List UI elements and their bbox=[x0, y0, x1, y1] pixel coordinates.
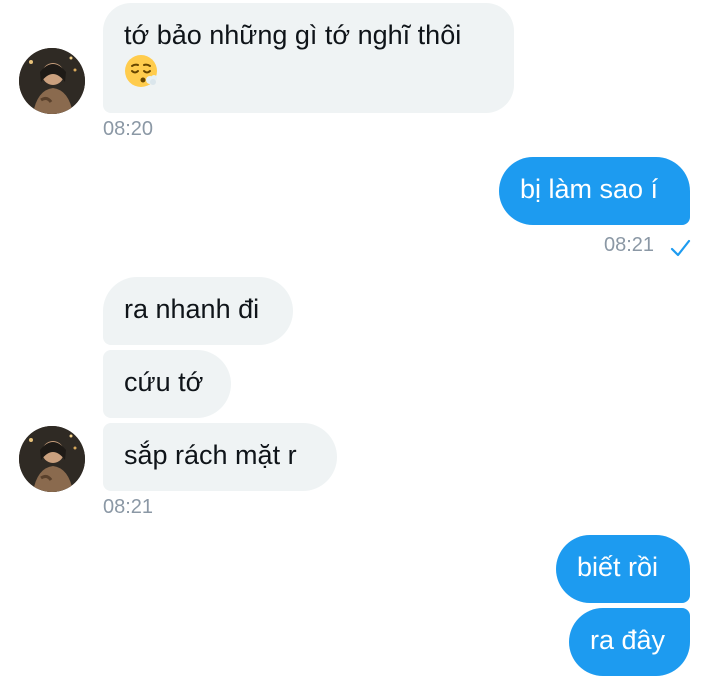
message-text: ra đây bbox=[590, 625, 666, 655]
sent-message-bubble[interactable]: ra đây bbox=[569, 608, 690, 676]
message-text: bị làm sao í bbox=[520, 174, 659, 204]
message-text: cứu tớ bbox=[124, 367, 204, 397]
received-message-bubble[interactable]: sắp rách mặt r bbox=[103, 423, 337, 491]
received-message-bubble[interactable]: cứu tớ bbox=[103, 350, 231, 418]
avatar[interactable] bbox=[19, 48, 85, 114]
message-text: tớ bảo những gì tớ nghĩ thôi bbox=[124, 20, 462, 50]
avatar[interactable] bbox=[19, 426, 85, 492]
message-text: sắp rách mặt r bbox=[124, 440, 297, 470]
sent-message-bubble[interactable]: biết rồi bbox=[556, 535, 690, 603]
message-timestamp: 08:20 bbox=[103, 118, 154, 140]
relieved-sigh-emoji bbox=[124, 53, 160, 89]
message-text: ra nhanh đi bbox=[124, 294, 260, 324]
message-text: biết rồi bbox=[577, 552, 659, 582]
received-message-bubble[interactable]: ra nhanh đi bbox=[103, 277, 293, 345]
received-message-bubble[interactable]: tớ bảo những gì tớ nghĩ thôi bbox=[103, 3, 514, 113]
message-timestamp: 08:21 bbox=[103, 496, 154, 518]
message-timestamp: 08:21 bbox=[604, 234, 655, 256]
read-check-icon bbox=[669, 237, 691, 259]
sent-message-bubble[interactable]: bị làm sao í bbox=[499, 157, 690, 225]
